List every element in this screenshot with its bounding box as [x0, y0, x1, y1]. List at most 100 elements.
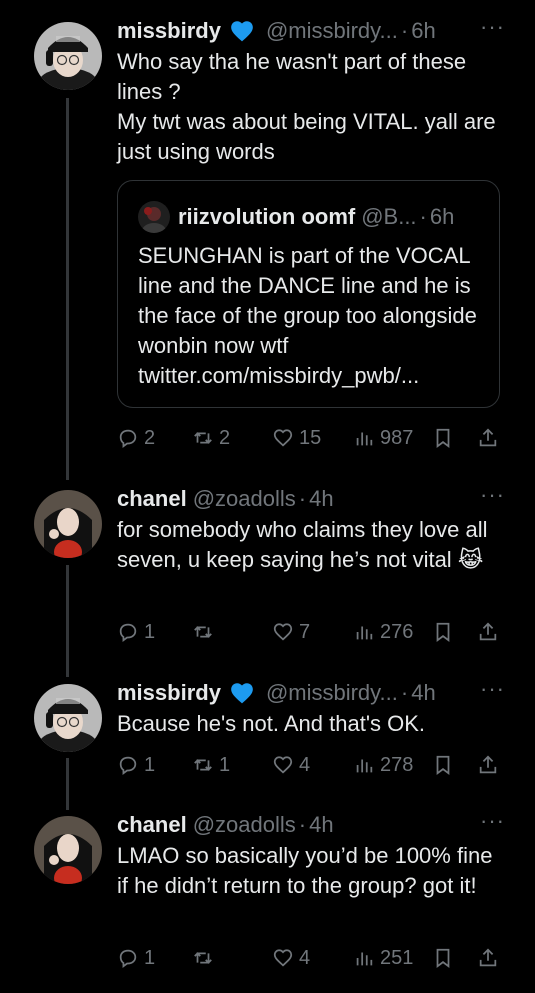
action-bar: 2 2 15 987 — [117, 423, 500, 453]
retweet-button[interactable]: 2 — [192, 427, 230, 450]
like-count: 4 — [299, 946, 311, 969]
user-handle[interactable]: @missbirdy... — [266, 18, 398, 44]
view-count: 251 — [380, 946, 414, 969]
avatar[interactable] — [34, 490, 102, 558]
thread-connector — [66, 98, 69, 480]
reply-icon — [119, 949, 137, 968]
tweet-header: chanel @zoadolls · 4h — [117, 810, 505, 840]
reply-thread: missbirdy @missbirdy... · 6h ··· Who say… — [0, 0, 535, 993]
timestamp[interactable]: 4h — [309, 812, 333, 838]
reply-button[interactable]: 1 — [117, 621, 155, 644]
heart-icon — [273, 429, 293, 447]
quoted-tweet-header: riizvolution oomf @B... · 6h — [138, 201, 454, 233]
display-name: riizvolution oomf — [178, 204, 356, 229]
tweet-text: Bcause he's not. And that's OK. — [117, 711, 426, 736]
reply-count: 1 — [144, 753, 156, 776]
reply-button[interactable]: 2 — [117, 427, 155, 450]
reply-count: 2 — [144, 426, 156, 449]
share-button[interactable] — [477, 427, 499, 449]
display-name[interactable]: chanel — [117, 812, 187, 838]
share-button[interactable] — [477, 754, 499, 776]
share-button[interactable] — [477, 947, 499, 969]
retweet-button[interactable] — [192, 621, 219, 643]
separator-dot: · — [298, 812, 307, 837]
retweet-count: 2 — [219, 426, 231, 449]
timestamp[interactable]: 4h — [309, 486, 333, 512]
avatar[interactable] — [34, 816, 102, 884]
views-icon — [356, 759, 373, 773]
bookmark-button[interactable] — [432, 947, 454, 969]
reply-icon — [119, 756, 137, 775]
tweet-header: chanel @zoadolls · 4h — [117, 484, 505, 514]
retweet-icon — [194, 626, 212, 638]
timestamp[interactable]: 6h — [411, 18, 435, 44]
views-button[interactable]: 276 — [353, 621, 413, 644]
bookmark-icon — [436, 622, 450, 642]
display-name[interactable]: chanel — [117, 486, 187, 512]
like-count: 4 — [299, 753, 311, 776]
bookmark-icon — [436, 755, 450, 775]
thread-connector — [66, 565, 69, 677]
more-options-icon[interactable]: ··· — [475, 16, 505, 46]
bookmark-button[interactable] — [432, 621, 454, 643]
more-options-icon[interactable]: ··· — [475, 678, 505, 708]
retweet-icon — [194, 432, 212, 444]
action-bar: 1 7 276 — [117, 617, 500, 647]
user-handle[interactable]: @missbirdy... — [266, 680, 398, 706]
more-options-icon[interactable]: ··· — [475, 484, 505, 514]
quoted-tweet-text: SEUNGHAN is part of the VOCAL line and t… — [138, 243, 483, 388]
separator-dot: · — [419, 204, 427, 229]
quoted-tweet[interactable]: riizvolution oomf @B... · 6h SEUNGHAN is… — [117, 180, 500, 408]
share-icon — [479, 428, 497, 447]
avatar — [138, 201, 170, 233]
tweet-header: missbirdy @missbirdy... · 6h — [117, 16, 505, 46]
bookmark-icon — [436, 948, 450, 968]
view-count: 278 — [380, 753, 414, 776]
views-icon — [356, 432, 373, 446]
share-icon — [479, 622, 497, 641]
reply-count: 1 — [144, 620, 156, 643]
tweet-text: Who say tha he wasn't part of these line… — [117, 49, 496, 164]
action-bar: 1 4 251 — [117, 943, 500, 973]
verified-badge-icon — [228, 18, 256, 44]
verified-badge-icon — [228, 680, 256, 706]
display-name[interactable]: missbirdy — [117, 18, 221, 44]
heart-icon — [273, 949, 293, 967]
avatar[interactable] — [34, 684, 102, 752]
retweet-button[interactable] — [192, 947, 219, 969]
like-button[interactable]: 4 — [272, 947, 310, 970]
bookmark-icon — [436, 428, 450, 448]
like-button[interactable]: 4 — [272, 754, 310, 777]
like-button[interactable]: 7 — [272, 621, 310, 644]
view-count: 276 — [380, 620, 414, 643]
bookmark-button[interactable] — [432, 427, 454, 449]
reply-icon — [119, 429, 137, 448]
views-button[interactable]: 251 — [353, 947, 413, 970]
like-count: 15 — [299, 426, 322, 449]
tweet-text: LMAO so basically you’d be 100% fine if … — [117, 843, 499, 898]
retweet-button[interactable]: 1 — [192, 754, 230, 777]
separator-dot: · — [400, 680, 409, 705]
reply-count: 1 — [144, 946, 156, 969]
share-icon — [479, 948, 497, 967]
views-button[interactable]: 987 — [353, 427, 413, 450]
like-count: 7 — [299, 620, 311, 643]
separator-dot: · — [400, 18, 409, 43]
retweet-icon — [194, 952, 212, 964]
user-handle[interactable]: @zoadolls — [193, 812, 296, 838]
tweet-header: missbirdy @missbirdy... · 4h — [117, 678, 505, 708]
share-button[interactable] — [477, 621, 499, 643]
user-handle[interactable]: @zoadolls — [193, 486, 296, 512]
timestamp: 6h — [429, 204, 455, 229]
timestamp[interactable]: 4h — [411, 680, 435, 706]
display-name[interactable]: missbirdy — [117, 680, 221, 706]
more-options-icon[interactable]: ··· — [475, 810, 505, 840]
views-button[interactable]: 278 — [353, 754, 413, 777]
avatar[interactable] — [34, 22, 102, 90]
like-button[interactable]: 15 — [272, 427, 321, 450]
thread-connector — [66, 758, 69, 810]
bookmark-button[interactable] — [432, 754, 454, 776]
heart-icon — [273, 756, 293, 774]
reply-button[interactable]: 1 — [117, 754, 155, 777]
reply-button[interactable]: 1 — [117, 947, 155, 970]
